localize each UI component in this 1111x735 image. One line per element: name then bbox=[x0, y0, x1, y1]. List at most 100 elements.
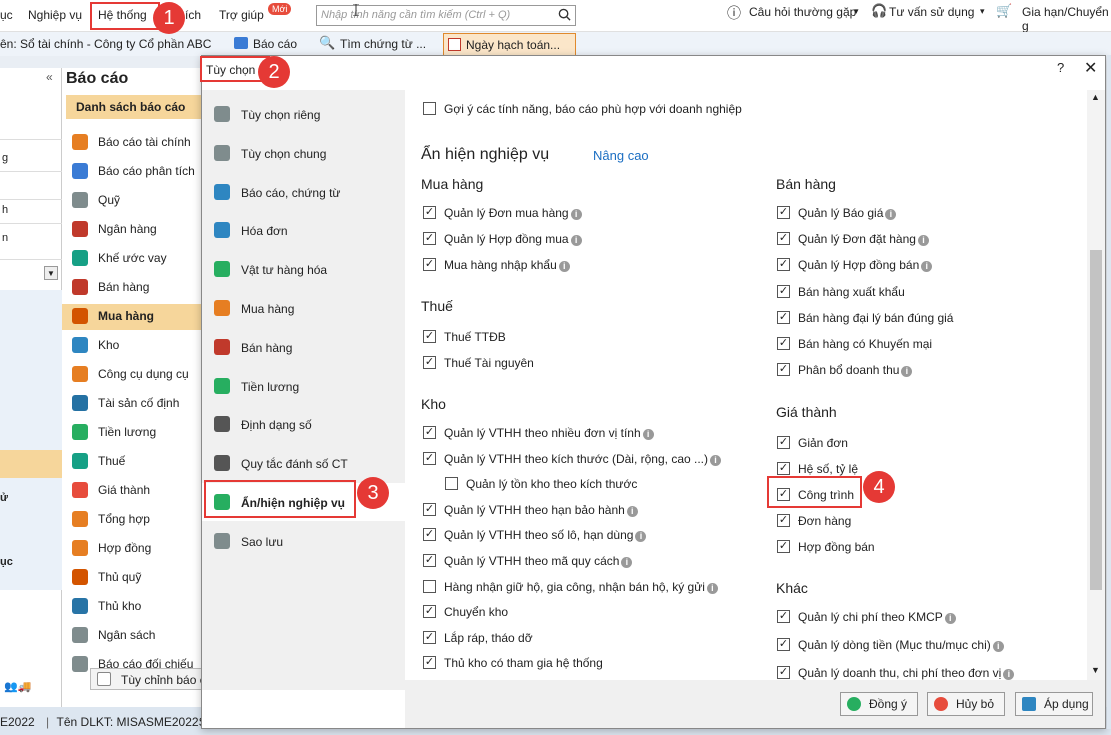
ban-hang-checkbox[interactable]: ✓ Quản lý Báo giá i bbox=[777, 206, 897, 220]
thue-checkbox[interactable]: ✓ Thuế Tài nguyên bbox=[423, 356, 534, 370]
kho-checkbox[interactable]: ✓ Quản lý VTHH theo nhiều đơn vị tính i bbox=[423, 426, 654, 440]
kho-checkbox[interactable]: ✓ Lắp ráp, tháo dỡ bbox=[423, 630, 533, 645]
scroll-up-icon[interactable]: ▲ bbox=[1091, 92, 1100, 102]
info-icon[interactable]: i bbox=[642, 429, 654, 440]
ngay-hach-toan-button[interactable]: Ngày hạch toán... bbox=[443, 33, 576, 56]
report-list-item[interactable]: Khế ước vay bbox=[70, 246, 204, 272]
info-icon[interactable]: i bbox=[710, 454, 721, 466]
khac-checkbox[interactable]: ✓ Quản lý dòng tiền (Mục thu/mục chi) i bbox=[777, 638, 1004, 652]
info-icon[interactable]: i bbox=[706, 582, 718, 594]
report-list-item[interactable]: Giá thành bbox=[70, 478, 204, 504]
faq-menu[interactable]: Câu hỏi thường gặp bbox=[749, 5, 856, 19]
tim-chung-tu-button[interactable]: Tìm chứng từ ... bbox=[340, 37, 426, 51]
menu-nghiep-vu[interactable]: Nghiệp vụ bbox=[28, 8, 82, 22]
report-list-item[interactable]: Hợp đồng bbox=[70, 536, 204, 562]
nav-item[interactable]: Báo cáo, chứng từ bbox=[202, 173, 405, 211]
gia-thanh-checkbox[interactable]: ✓ Đơn hàng bbox=[777, 514, 851, 528]
menu-item-partial[interactable]: ục bbox=[0, 8, 13, 22]
info-icon[interactable]: i bbox=[558, 261, 570, 272]
nav-item[interactable]: Định dạng số bbox=[202, 405, 405, 443]
report-list-item[interactable]: Báo cáo tài chính bbox=[70, 130, 204, 156]
nav-item[interactable]: Tiền lương bbox=[202, 367, 405, 405]
gia-han-menu[interactable]: Gia hạn/Chuyển g bbox=[1022, 5, 1111, 33]
nav-item[interactable]: Tùy chọn riêng bbox=[202, 95, 405, 133]
report-list-item[interactable]: Báo cáo phân tích bbox=[70, 159, 204, 185]
ap-dung-button[interactable]: Áp dụng bbox=[1015, 692, 1093, 716]
ban-hang-checkbox[interactable]: ✓ Quản lý Hợp đồng bán i bbox=[777, 258, 933, 273]
gia-thanh-checkbox[interactable]: ✓ Giản đơn bbox=[777, 436, 848, 450]
ban-hang-checkbox[interactable]: ✓ Phân bổ doanh thu i bbox=[777, 363, 913, 378]
report-list-item[interactable]: Thủ quỹ bbox=[70, 565, 204, 591]
mua-hang-checkbox[interactable]: ✓ Quản lý Hợp đồng mua i bbox=[423, 232, 582, 246]
nav-item[interactable]: Bán hàng bbox=[202, 328, 405, 366]
ban-hang-checkbox[interactable]: ✓ Quản lý Đơn đặt hàng i bbox=[777, 232, 929, 247]
khac-checkbox[interactable]: ✓ Quản lý chi phí theo KMCP i bbox=[777, 610, 956, 624]
left-row[interactable]: g bbox=[0, 140, 62, 172]
scroll-down-icon[interactable]: ▼ bbox=[1091, 665, 1100, 675]
report-list-item[interactable]: Kho bbox=[70, 333, 204, 359]
mua-hang-checkbox[interactable]: ✓ Quản lý Đơn mua hàng i bbox=[423, 206, 582, 220]
dong-y-button[interactable]: Đồng ý bbox=[840, 692, 918, 716]
report-list-item[interactable]: Tổng hợp bbox=[70, 507, 204, 533]
info-icon[interactable]: i bbox=[901, 366, 913, 378]
mua-hang-checkbox[interactable]: ✓ Mua hàng nhập khẩu i bbox=[423, 258, 570, 272]
report-list-item[interactable]: Thủ kho bbox=[70, 594, 204, 620]
search-icon[interactable] bbox=[558, 8, 571, 21]
huy-bo-button[interactable]: Hủy bỏ bbox=[927, 692, 1005, 716]
nav-item[interactable]: Tùy chọn chung bbox=[202, 134, 405, 172]
report-list-item[interactable]: Ngân hàng bbox=[70, 217, 204, 243]
scrollbar[interactable]: ▲ ▼ bbox=[1087, 90, 1105, 680]
nav-item[interactable]: Hóa đơn bbox=[202, 211, 405, 249]
dropdown-arrow-icon[interactable]: ▼ bbox=[44, 266, 58, 280]
close-icon[interactable]: ✕ bbox=[1084, 58, 1097, 78]
info-icon[interactable]: i bbox=[621, 557, 633, 568]
menu-tro-giup[interactable]: Trợ giúp bbox=[219, 8, 264, 22]
nav-item[interactable]: Sao lưu bbox=[202, 522, 405, 560]
report-list-item[interactable]: Công cụ dụng cụ bbox=[70, 362, 204, 388]
menu-item-partial-2[interactable]: ích bbox=[185, 8, 201, 22]
users-icon[interactable]: 👥🚚 bbox=[4, 680, 31, 693]
ban-hang-checkbox[interactable]: ✓ Bán hàng đại lý bán đúng giá bbox=[777, 310, 953, 325]
report-list-item[interactable]: Ngân sách bbox=[70, 623, 204, 649]
report-list-item[interactable]: Quỹ bbox=[70, 188, 204, 214]
info-icon[interactable]: i bbox=[635, 531, 647, 543]
info-icon[interactable]: i bbox=[885, 209, 897, 220]
kho-checkbox[interactable]: Hàng nhận giữ hộ, gia công, nhận bán hộ,… bbox=[423, 579, 718, 594]
info-icon[interactable]: i bbox=[921, 261, 933, 273]
kho-checkbox[interactable]: ✓ Chuyển kho bbox=[423, 605, 508, 619]
khac-checkbox[interactable]: ✓ Quản lý doanh thu, chi phí theo đơn vị i bbox=[777, 666, 1015, 680]
gia-thanh-checkbox[interactable]: ✓ Hệ số, tỷ lệ bbox=[777, 462, 858, 476]
help-icon[interactable]: ? bbox=[1057, 60, 1064, 75]
info-icon[interactable]: i bbox=[944, 613, 956, 624]
report-list-item[interactable]: Mua hàng bbox=[62, 304, 204, 330]
kho-checkbox[interactable]: ✓ Quản lý VTHH theo số lô, hạn dùng i bbox=[423, 528, 647, 543]
scroll-thumb[interactable] bbox=[1090, 250, 1102, 590]
info-icon[interactable]: i bbox=[992, 641, 1004, 652]
kho-checkbox[interactable]: ✓ Quản lý VTHH theo mã quy cách i bbox=[423, 554, 633, 568]
info-icon[interactable]: i bbox=[570, 235, 582, 246]
thue-checkbox[interactable]: ✓ Thuế TTĐB bbox=[423, 330, 506, 344]
tuy-chinh-bao-cao-button[interactable]: Tùy chỉnh báo cá bbox=[90, 668, 212, 690]
report-list-item[interactable]: Tiền lương bbox=[70, 420, 204, 446]
ban-hang-checkbox[interactable]: ✓ Bán hàng xuất khẩu bbox=[777, 284, 905, 299]
left-row[interactable]: h bbox=[0, 200, 62, 224]
gia-thanh-checkbox[interactable]: ✓ Hợp đồng bán bbox=[777, 540, 875, 554]
kho-checkbox[interactable]: ✓ Quản lý VTHH theo hạn bảo hành i bbox=[423, 502, 638, 517]
tab-danh-sach-bao-cao[interactable]: Danh sách báo cáo bbox=[66, 95, 204, 119]
report-list-item[interactable]: Tài sản cố định bbox=[70, 391, 204, 417]
collapse-icon[interactable]: « bbox=[46, 70, 53, 84]
nav-item[interactable]: Mua hàng bbox=[202, 289, 405, 327]
info-icon[interactable]: i bbox=[1003, 669, 1015, 680]
ban-hang-checkbox[interactable]: ✓ Bán hàng có Khuyến mại bbox=[777, 337, 932, 351]
left-row[interactable]: n bbox=[0, 224, 62, 260]
report-list-item[interactable]: Thuế bbox=[70, 449, 204, 475]
info-icon[interactable]: i bbox=[917, 235, 929, 247]
info-icon[interactable]: i bbox=[570, 209, 582, 220]
nang-cao-link[interactable]: Nâng cao bbox=[593, 148, 649, 163]
kho-checkbox[interactable]: ✓ Thủ kho có tham gia hệ thống bbox=[423, 656, 603, 670]
info-icon[interactable]: i bbox=[626, 505, 638, 517]
bao-cao-button[interactable]: Báo cáo bbox=[253, 37, 297, 51]
nav-item[interactable]: Vật tư hàng hóa bbox=[202, 250, 405, 288]
tu-van-menu[interactable]: Tư vấn sử dụng bbox=[889, 5, 974, 19]
goi-y-checkbox[interactable]: Gợi ý các tính năng, báo cáo phù hợp với… bbox=[423, 102, 742, 116]
